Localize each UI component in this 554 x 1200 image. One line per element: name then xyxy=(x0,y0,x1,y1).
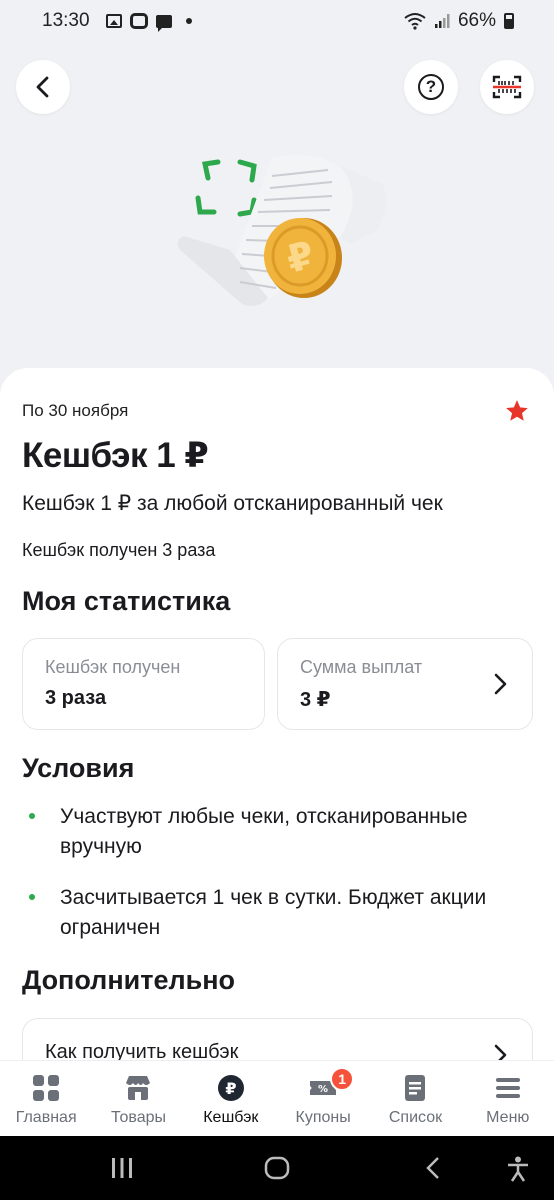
nav-item-menu[interactable]: Меню xyxy=(462,1061,554,1136)
battery-icon xyxy=(504,13,514,29)
bullet-icon xyxy=(29,894,35,900)
receipt-coin-illustration: ₽ xyxy=(177,154,387,306)
stats-title: Моя статистика xyxy=(22,586,231,616)
system-navigation-bar xyxy=(0,1136,554,1200)
menu-icon xyxy=(495,1078,520,1098)
app-notification-icon xyxy=(129,13,148,29)
nav-label: Товары xyxy=(110,1109,167,1126)
condition-item: Участвуют любые чеки, отсканированные вр… xyxy=(22,802,532,862)
svg-text:₽: ₽ xyxy=(225,1079,236,1098)
accessibility-icon[interactable] xyxy=(506,1156,530,1182)
promo-received-text: Кешбэк получен 3 раза xyxy=(22,540,216,560)
store-icon xyxy=(126,1076,151,1100)
stat-value: 3 ₽ xyxy=(300,689,331,711)
nav-label: Купоны xyxy=(295,1109,351,1126)
promo-description: Кешбэк 1 ₽ за любой отсканированный чек xyxy=(22,492,443,515)
condition-text: Засчитывается 1 чек в сутки. Бюджет акци… xyxy=(60,886,487,939)
favorite-star-icon[interactable] xyxy=(504,398,530,424)
chat-notification-icon xyxy=(155,14,172,32)
conditions-title: Условия xyxy=(22,753,135,783)
stat-label: Кешбэк получен xyxy=(45,657,181,677)
list-icon xyxy=(405,1075,426,1101)
battery-percent: 66% xyxy=(457,10,496,31)
scan-icon xyxy=(492,75,522,99)
home-circle-icon[interactable] xyxy=(264,1156,290,1180)
question-icon: ? xyxy=(418,74,444,100)
nav-label: Список xyxy=(388,1109,443,1126)
coupon-icon-wrap: % 1 xyxy=(308,1067,355,1103)
chevron-right-icon xyxy=(494,673,507,695)
promo-sheet: По 30 ноября Кешбэк 1 ₽ Кешбэк 1 ₽ за лю… xyxy=(0,368,554,1078)
nav-item-list[interactable]: Список xyxy=(369,1061,461,1136)
bottom-navigation: Главная Товары ₽ Кешбэк % 1 Купоны Списо… xyxy=(0,1060,554,1136)
status-left: 13:30 xyxy=(42,10,192,32)
stat-card-received: Кешбэк получен 3 раза xyxy=(22,638,265,730)
status-right: 66% xyxy=(404,10,514,32)
stat-value: 3 раза xyxy=(45,687,107,709)
nav-item-home[interactable]: Главная xyxy=(0,1061,92,1136)
stat-card-payouts[interactable]: Сумма выплат 3 ₽ xyxy=(277,638,533,730)
stat-label: Сумма выплат xyxy=(300,657,423,677)
scan-receipt-button[interactable] xyxy=(480,60,534,114)
wifi-icon xyxy=(404,13,426,30)
coupon-badge: 1 xyxy=(330,1067,355,1091)
promo-title: Кешбэк 1 ₽ xyxy=(22,436,209,475)
back-system-icon[interactable] xyxy=(424,1156,442,1180)
promo-period: По 30 ноября xyxy=(22,401,129,420)
signal-icon xyxy=(434,14,450,28)
extra-title: Дополнительно xyxy=(22,965,236,995)
bullet-icon xyxy=(29,813,35,819)
nav-label: Меню xyxy=(486,1109,530,1126)
nav-label: Кешбэк xyxy=(203,1109,259,1126)
gallery-notification-icon xyxy=(105,14,122,28)
chevron-left-icon xyxy=(36,76,49,98)
status-bar: 13:30 66% xyxy=(0,0,554,42)
status-time: 13:30 xyxy=(42,10,90,31)
nav-item-goods[interactable]: Товары xyxy=(92,1061,184,1136)
nav-label: Главная xyxy=(15,1109,77,1126)
help-button[interactable]: ? xyxy=(404,60,458,114)
svg-text:%: % xyxy=(318,1084,328,1095)
recent-apps-icon[interactable] xyxy=(110,1156,134,1180)
more-notifications-icon xyxy=(185,18,192,24)
condition-item: Засчитывается 1 чек в сутки. Бюджет акци… xyxy=(22,883,532,943)
nav-item-cashback[interactable]: ₽ Кешбэк xyxy=(185,1061,277,1136)
condition-text: Участвуют любые чеки, отсканированные вр… xyxy=(60,805,468,858)
grid-icon xyxy=(33,1075,60,1101)
nav-item-coupons[interactable]: % 1 Купоны xyxy=(277,1061,369,1136)
back-button[interactable] xyxy=(16,60,70,114)
ruble-coin-icon: ₽ xyxy=(217,1075,244,1101)
